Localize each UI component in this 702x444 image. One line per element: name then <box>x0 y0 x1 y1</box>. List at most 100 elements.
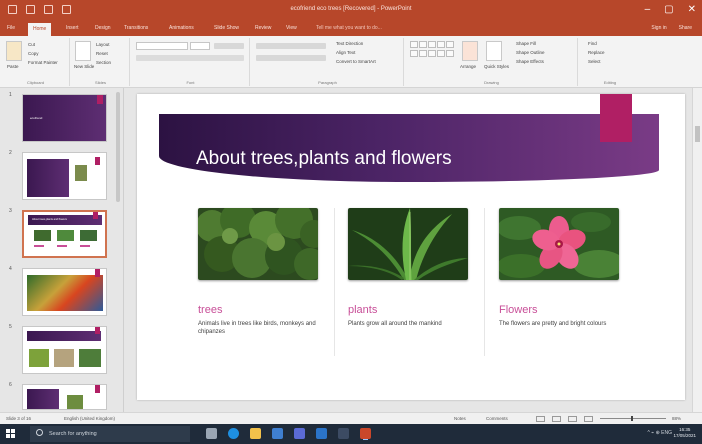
vertical-scrollbar[interactable] <box>692 88 702 412</box>
new-slide-icon[interactable] <box>75 41 91 61</box>
shape-arrow-icon[interactable] <box>446 41 454 48</box>
paste-button[interactable]: Paste <box>7 64 19 69</box>
zoom-level[interactable]: 88% <box>672 416 681 421</box>
plants-description[interactable]: Plants grow all around the mankind <box>348 320 468 328</box>
text-direction-button[interactable]: Text Direction <box>336 41 363 46</box>
slide-thumbnail-6[interactable] <box>22 384 107 410</box>
taskbar-clock[interactable]: 16:35 17/05/2021 <box>673 427 696 439</box>
font-name-box[interactable] <box>136 42 188 50</box>
share-button[interactable]: Share <box>679 25 692 31</box>
arrange-icon[interactable] <box>462 41 478 61</box>
arrange-button[interactable]: Arrange <box>460 64 476 69</box>
slide-thumbnail-2[interactable] <box>22 152 107 200</box>
teams-app-icon[interactable] <box>294 428 305 439</box>
thumbnail-scrollbar[interactable] <box>116 92 120 202</box>
windows-start-icon[interactable] <box>6 429 16 439</box>
zoom-slider[interactable] <box>600 418 666 419</box>
comments-button[interactable]: Comments <box>486 416 508 421</box>
plants-photo[interactable] <box>348 208 468 280</box>
tab-view[interactable]: View <box>286 25 297 31</box>
language-indicator[interactable]: English (United Kingdom) <box>64 416 115 421</box>
word-app-icon[interactable] <box>316 428 327 439</box>
tab-design[interactable]: Design <box>95 25 111 31</box>
current-slide[interactable]: About trees,plants and flowers trees Ani… <box>137 94 685 400</box>
slide-show-icon[interactable] <box>584 416 593 422</box>
slide-thumbnail-3[interactable]: About trees,plants and flowers <box>22 210 107 258</box>
tab-review[interactable]: Review <box>255 25 271 31</box>
tab-animations[interactable]: Animations <box>169 25 194 31</box>
new-slide-button[interactable]: New Slide <box>74 64 94 69</box>
shape-oval-icon[interactable] <box>428 41 436 48</box>
trees-photo[interactable] <box>198 208 318 280</box>
slide-title[interactable]: About trees,plants and flowers <box>196 148 452 170</box>
copy-button[interactable]: Copy <box>28 51 39 56</box>
slide-thumbnail-4[interactable] <box>22 268 107 316</box>
paste-icon[interactable] <box>6 41 22 61</box>
replace-button[interactable]: Replace <box>588 50 605 55</box>
file-explorer-icon[interactable] <box>250 428 261 439</box>
alignment-buttons[interactable] <box>256 55 326 61</box>
flowers-photo[interactable] <box>499 208 619 280</box>
find-button[interactable]: Find <box>588 41 597 46</box>
thumbnail-number: 4 <box>9 266 12 272</box>
font-formatting-buttons[interactable] <box>136 55 244 61</box>
powerpoint-app-icon[interactable] <box>360 428 371 439</box>
reading-view-icon[interactable] <box>568 416 577 422</box>
shape-outline-button[interactable]: Shape Outline <box>516 50 545 55</box>
close-button[interactable]: ✕ <box>688 4 696 16</box>
cut-button[interactable]: Cut <box>28 42 35 47</box>
quick-styles-button[interactable]: Quick Styles <box>484 64 509 69</box>
shape-effects-button[interactable]: Shape Effects <box>516 59 544 64</box>
scrollbar-thumb[interactable] <box>695 126 700 142</box>
normal-view-icon[interactable] <box>536 416 545 422</box>
shape-triangle-icon[interactable] <box>437 41 445 48</box>
section-button[interactable]: Section <box>96 60 111 65</box>
quick-styles-icon[interactable] <box>486 41 502 61</box>
align-text-button[interactable]: Align Text <box>336 50 355 55</box>
sign-in-link[interactable]: Sign in <box>651 25 666 31</box>
shape-brace-icon[interactable] <box>419 50 427 57</box>
minimize-button[interactable]: – <box>645 4 651 16</box>
plants-heading[interactable]: plants <box>348 304 377 316</box>
store-app-icon[interactable] <box>338 428 349 439</box>
font-group: Font <box>132 38 250 86</box>
tab-home[interactable]: Home <box>28 23 52 36</box>
zoom-slider-handle[interactable] <box>631 416 633 421</box>
clock-date: 17/05/2021 <box>673 433 696 438</box>
mail-app-icon[interactable] <box>272 428 283 439</box>
shape-callout-icon[interactable] <box>428 50 436 57</box>
font-size-box[interactable] <box>190 42 210 50</box>
shape-rectangle-icon[interactable] <box>410 41 418 48</box>
flowers-description[interactable]: The flowers are pretty and bright colour… <box>499 320 619 328</box>
shape-curve-icon[interactable] <box>437 50 445 57</box>
select-button[interactable]: Select <box>588 59 601 64</box>
tab-transitions[interactable]: Transitions <box>124 25 148 31</box>
font-grow-shrink-buttons[interactable] <box>214 43 244 49</box>
format-painter-button[interactable]: Format Painter <box>28 60 58 65</box>
slide-thumbnail-1[interactable]: ecofriend <box>22 94 107 142</box>
thumbnail-heading <box>34 245 44 247</box>
taskbar-search-box[interactable]: Search for anything <box>30 426 190 442</box>
list-buttons[interactable] <box>256 43 326 49</box>
edge-browser-icon[interactable] <box>228 428 239 439</box>
task-view-icon[interactable] <box>206 428 217 439</box>
tab-slide-show[interactable]: Slide Show <box>214 25 239 31</box>
notes-button[interactable]: Notes <box>454 416 466 421</box>
reset-button[interactable]: Reset <box>96 51 108 56</box>
layout-button[interactable]: Layout <box>96 42 110 47</box>
shape-line-icon[interactable] <box>419 41 427 48</box>
flowers-heading[interactable]: Flowers <box>499 304 538 316</box>
tell-me-search[interactable]: Tell me what you want to do... <box>316 25 382 31</box>
maximize-button[interactable]: ▢ <box>664 4 673 16</box>
slide-thumbnail-5[interactable] <box>22 326 107 374</box>
convert-smartart-button[interactable]: Convert to SmartArt <box>336 59 376 64</box>
tab-file[interactable]: File <box>7 25 15 31</box>
shape-more-icon[interactable] <box>446 50 454 57</box>
tab-insert[interactable]: Insert <box>66 25 79 31</box>
slide-sorter-icon[interactable] <box>552 416 561 422</box>
trees-description[interactable]: Animals live in trees like birds, monkey… <box>198 320 318 336</box>
trees-heading[interactable]: trees <box>198 304 222 316</box>
shape-fill-button[interactable]: Shape Fill <box>516 41 536 46</box>
system-tray[interactable]: ^ ⌁ ⊕ ENG <box>647 430 672 436</box>
shape-star-icon[interactable] <box>410 50 418 57</box>
